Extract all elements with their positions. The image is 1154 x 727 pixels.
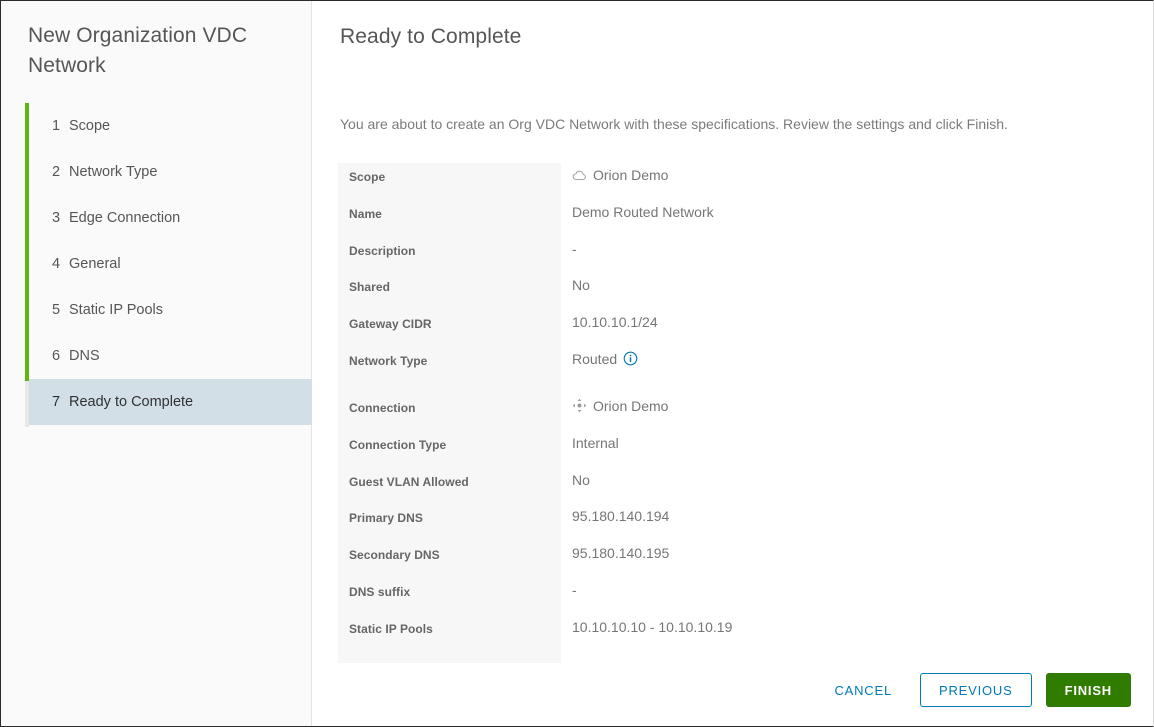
wizard-dialog: New Organization VDC Network 1 Scope 2 N… [0,0,1154,727]
info-icon[interactable] [623,351,638,366]
step-label: General [69,256,121,272]
summary-value: Routed [561,347,638,367]
summary-key: Guest VLAN Allowed [349,474,469,489]
summary-key: Shared [349,280,390,295]
summary-key: Static IP Pools [349,621,433,636]
summary-value-text: Orion Demo [593,167,669,183]
table-row: Shared No [338,273,1098,310]
sidebar-item-ready-to-complete[interactable]: 7 Ready to Complete [29,379,312,425]
wizard-sidebar: New Organization VDC Network 1 Scope 2 N… [1,1,312,726]
dialog-footer: Cancel Previous Finish [820,673,1131,707]
wizard-content: Ready to Complete You are about to creat… [312,1,1153,726]
summary-key: Description [349,243,416,258]
summary-value: Internal [561,431,619,451]
table-row: Primary DNS 95.180.140.194 [338,504,1098,541]
wizard-steps: 1 Scope 2 Network Type 3 Edge Connection… [1,103,312,427]
page-title: Ready to Complete [340,25,522,48]
summary-value: 95.180.140.195 [561,541,669,561]
table-row: Static IP Pools 10.10.10.10 - 10.10.10.1… [338,615,1098,652]
step-label: Edge Connection [69,210,181,226]
summary-key: Connection Type [349,437,447,452]
table-row: Description - [338,237,1098,274]
step-label: Scope [69,118,111,134]
summary-key: Name [349,206,382,221]
table-row: Connection Type Internal [338,431,1098,468]
step-number: 2 [52,164,61,180]
table-row: Connection Orion Demo [338,394,1098,431]
sidebar-item-network-type[interactable]: 2 Network Type [29,149,312,195]
step-label: Static IP Pools [69,302,164,318]
summary-value-text: No [572,471,590,488]
step-number: 7 [52,394,61,410]
summary-key: Gateway CIDR [349,317,432,332]
summary-value: 95.180.140.194 [561,504,669,524]
summary-value-text: Orion Demo [593,397,669,414]
summary-value: No [561,273,590,293]
summary-value-text: Internal [572,434,619,451]
summary-value-text: 10.10.10.10 - 10.10.10.19 [572,618,733,635]
cancel-button[interactable]: Cancel [820,673,906,707]
summary-value: 10.10.10.1/24 [561,310,658,330]
summary-value: - [561,578,577,598]
summary-value-text: 95.180.140.194 [572,508,670,525]
previous-button[interactable]: Previous [919,673,1032,707]
table-row: Secondary DNS 95.180.140.195 [338,541,1098,578]
table-row: Scope Orion Demo [338,163,1098,200]
summary-key: Primary DNS [349,511,423,526]
summary-value-text: Demo Routed Network [572,203,714,220]
summary-key: DNS suffix [349,584,411,599]
table-row: Gateway CIDR 10.10.10.1/24 [338,310,1098,347]
summary-value-text: 10.10.10.1/24 [572,314,658,331]
step-number: 3 [52,210,61,226]
summary-value-text: - [572,581,577,598]
sidebar-item-dns[interactable]: 6 DNS [29,333,312,379]
table-row: Network Type Routed [338,347,1098,394]
step-number: 4 [52,256,61,272]
summary-key: Secondary DNS [349,548,440,563]
step-label: Network Type [69,164,158,180]
step-label: Ready to Complete [69,394,194,410]
table-row: DNS suffix - [338,578,1098,615]
finish-button[interactable]: Finish [1045,673,1131,707]
cloud-icon [572,168,587,183]
summary-key: Network Type [349,353,428,368]
table-row: Name Demo Routed Network [338,200,1098,237]
sidebar-item-scope[interactable]: 1 Scope [29,103,312,149]
summary-value-text: Routed [572,350,618,367]
summary-value: - [561,237,577,257]
summary-value-text: - [572,240,577,257]
summary-value: No [561,468,590,488]
summary-value: Orion Demo [561,394,668,414]
step-number: 6 [52,348,61,364]
summary-value: 10.10.10.10 - 10.10.10.19 [561,615,732,635]
summary-table: Scope Orion Demo Name Demo Routed Networ… [338,163,1098,663]
summary-value: Orion Demo [561,163,668,183]
network-connection-icon [572,398,587,413]
sidebar-item-general[interactable]: 4 General [29,241,312,287]
summary-value-text: No [572,277,590,294]
step-label: DNS [69,348,100,364]
summary-key: Scope [349,170,386,184]
summary-value: Demo Routed Network [561,200,714,220]
summary-value-text: 95.180.140.195 [572,545,670,562]
step-number: 5 [52,302,61,318]
table-row: Guest VLAN Allowed No [338,468,1098,505]
page-intro-text: You are about to create an Org VDC Netwo… [340,116,1008,132]
summary-key: Connection [349,400,416,415]
wizard-title: New Organization VDC Network [28,24,248,77]
sidebar-item-static-ip-pools[interactable]: 5 Static IP Pools [29,287,312,333]
sidebar-item-edge-connection[interactable]: 3 Edge Connection [29,195,312,241]
step-number: 1 [52,118,61,134]
